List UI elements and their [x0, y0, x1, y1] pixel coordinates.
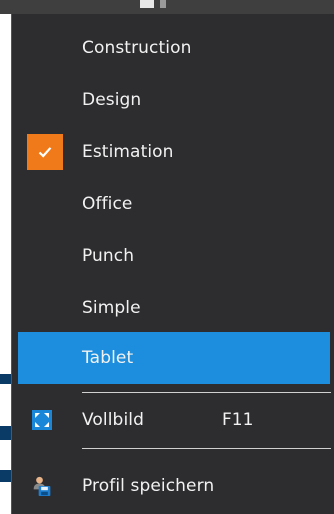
menu-item-label: Office	[82, 194, 133, 214]
menu-item-simple[interactable]: Simple	[12, 282, 333, 334]
background-notch	[160, 0, 166, 8]
menu-item-gutter	[12, 230, 82, 282]
menu-item-gutter	[12, 282, 82, 334]
background-mark	[0, 426, 11, 440]
menu-item-punch[interactable]: Punch	[12, 230, 333, 282]
menu-item-gutter	[18, 332, 82, 384]
fullscreen-icon	[32, 410, 52, 430]
menu-item-design[interactable]: Design	[12, 74, 333, 126]
menu-item-label: Design	[82, 90, 142, 110]
menu-item-tablet[interactable]: Tablet	[18, 332, 330, 384]
menu-item-estimation[interactable]: Estimation	[12, 126, 333, 178]
menu-item-label: Punch	[82, 246, 135, 266]
menu-separator	[82, 392, 331, 393]
menu-item-save-profile[interactable]: Profil speichern	[12, 460, 333, 512]
menu-item-fullscreen[interactable]: Vollbild F11	[12, 394, 333, 446]
background-mark	[0, 374, 11, 384]
menu-item-gutter	[12, 126, 82, 178]
background-window-edge	[0, 14, 11, 514]
checkmark-icon	[27, 134, 63, 170]
menu-item-gutter	[12, 394, 82, 446]
menu-item-gutter	[12, 74, 82, 126]
background-window-strip	[0, 0, 334, 14]
shortcut-label: F11	[222, 410, 254, 430]
menu-item-label: Simple	[82, 298, 141, 318]
menu-separator	[82, 448, 331, 449]
menu-item-office[interactable]: Office	[12, 178, 333, 230]
menu-item-label: Profil speichern	[82, 476, 215, 496]
background-mark	[0, 470, 11, 482]
background-notch	[140, 0, 154, 8]
screen: Construction Design Estimation Office Pu…	[0, 0, 334, 514]
menu-item-gutter	[12, 22, 82, 74]
menu-item-label: Construction	[82, 38, 192, 58]
menu-item-construction[interactable]: Construction	[12, 22, 333, 74]
profile-context-menu: Construction Design Estimation Office Pu…	[11, 14, 334, 514]
menu-item-label: Vollbild	[82, 410, 144, 430]
menu-item-label: Tablet	[82, 348, 134, 368]
menu-item-label: Estimation	[82, 142, 174, 162]
menu-item-gutter	[12, 178, 82, 230]
profile-save-icon	[33, 476, 51, 496]
menu-item-gutter	[12, 460, 82, 512]
